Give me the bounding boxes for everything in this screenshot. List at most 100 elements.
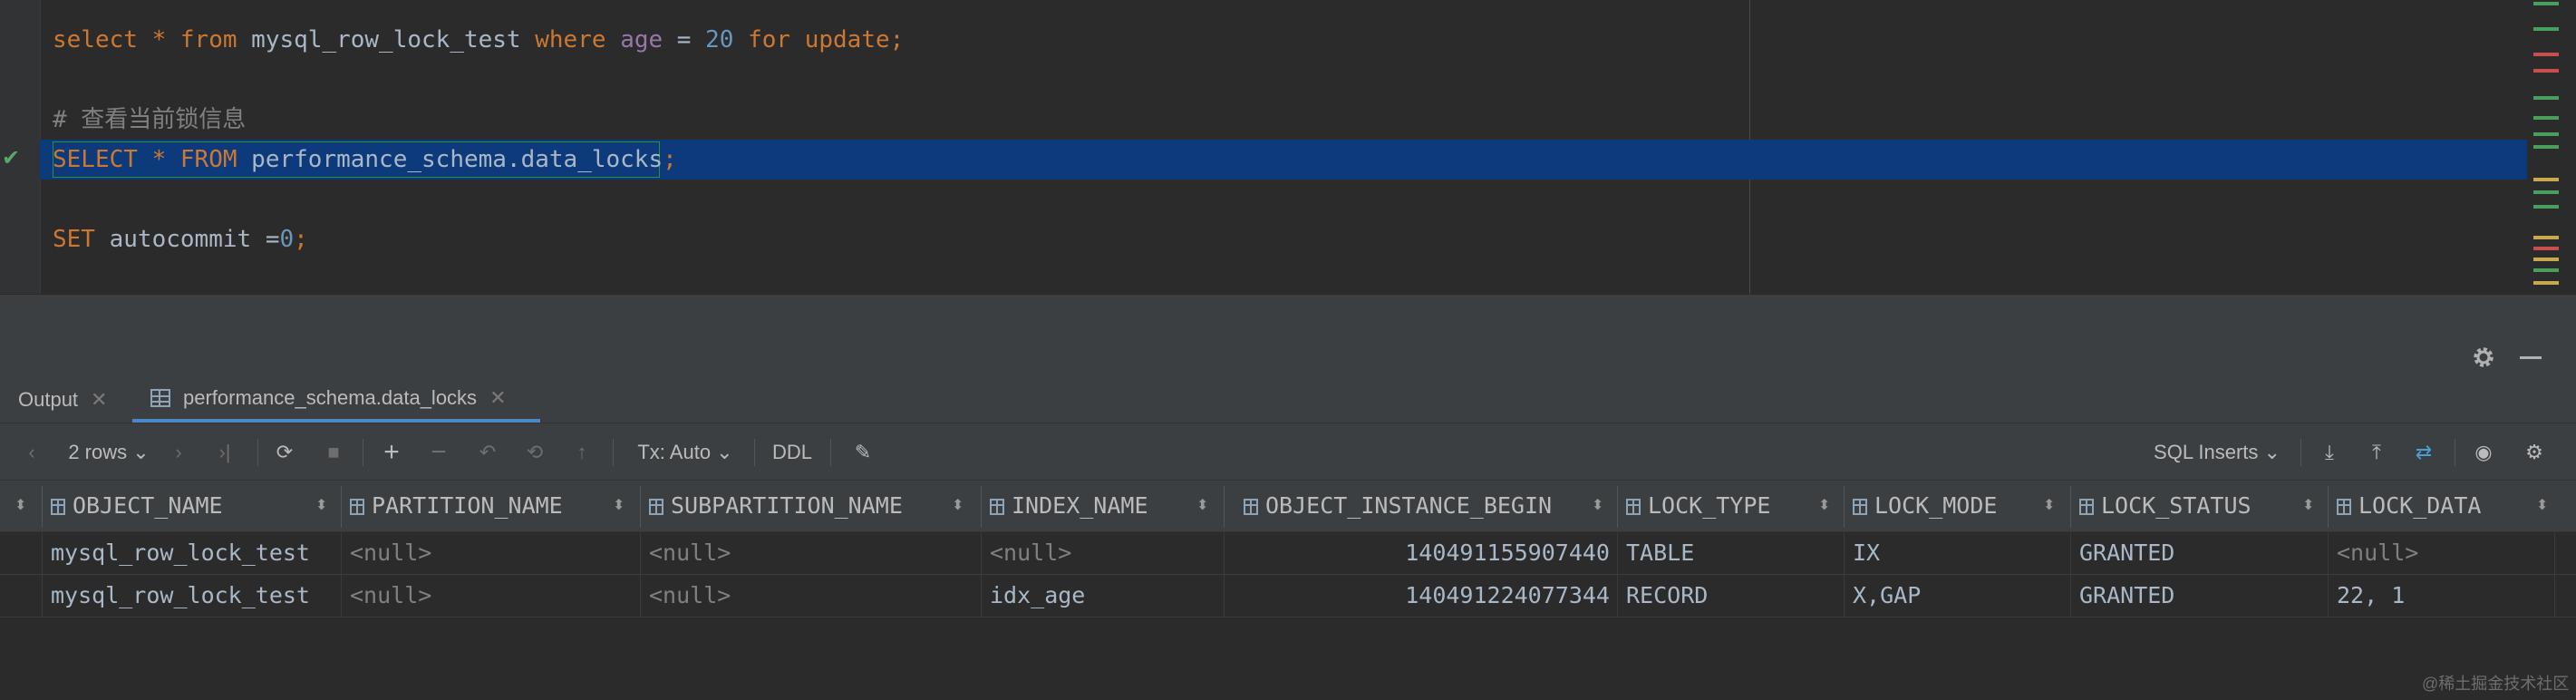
grid-cell[interactable]: <null> [350, 532, 431, 574]
tab-output[interactable]: Output ✕ [0, 377, 127, 423]
stripe-marker[interactable] [2533, 69, 2559, 73]
column-divider[interactable] [2070, 486, 2071, 528]
sort-icon[interactable]: ⬍ [315, 481, 327, 531]
grid-cell[interactable]: <null> [2337, 532, 2418, 574]
stripe-marker[interactable] [2533, 2, 2559, 5]
column-header-object-instance-begin[interactable]: OBJECT_INSTANCE_BEGIN [1244, 481, 1552, 531]
export-icon[interactable]: ⤓ [2313, 437, 2346, 468]
column-header-lock-mode[interactable]: LOCK_MODE [1853, 481, 1997, 531]
stripe-marker[interactable] [2533, 132, 2559, 136]
stripe-marker[interactable] [2533, 236, 2559, 239]
stripe-marker[interactable] [2533, 116, 2559, 120]
column-divider[interactable] [981, 486, 982, 528]
settings-gear-icon[interactable]: ⚙ [2518, 437, 2551, 468]
pin-icon[interactable]: ✎ [847, 437, 879, 468]
column-divider[interactable] [640, 486, 641, 528]
column-header-lock-data[interactable]: LOCK_DATA [2337, 481, 2481, 531]
grid-cell[interactable]: <null> [649, 575, 731, 617]
stripe-marker[interactable] [2533, 145, 2559, 149]
refresh-icon[interactable]: ⟳ [268, 437, 301, 468]
sort-icon[interactable]: ⬍ [1818, 481, 1830, 531]
close-icon[interactable]: ✕ [91, 388, 107, 412]
stripe-marker[interactable] [2533, 258, 2559, 261]
last-page-icon[interactable]: ›| [207, 437, 243, 468]
separator [257, 439, 258, 466]
minimize-icon[interactable] [2520, 356, 2542, 359]
column-divider[interactable] [341, 486, 342, 528]
column-divider[interactable] [2328, 486, 2329, 528]
grid-cell[interactable]: GRANTED [2079, 532, 2174, 574]
close-icon[interactable]: ✕ [489, 386, 506, 410]
grid-cell[interactable]: <null> [350, 575, 431, 617]
gear-icon[interactable] [2471, 345, 2496, 370]
next-page-icon[interactable]: › [165, 437, 192, 468]
sort-icon[interactable]: ⬍ [613, 481, 625, 531]
grid-cell[interactable]: X,GAP [1853, 575, 1921, 617]
tab-data-locks[interactable]: performance_schema.data_locks ✕ [132, 377, 540, 423]
column-divider[interactable] [1844, 486, 1845, 528]
grid-cell[interactable]: 140491155907440 [1233, 532, 1610, 574]
stripe-marker[interactable] [2533, 190, 2559, 194]
submit-icon[interactable]: ↑ [566, 437, 598, 468]
sort-icon[interactable]: ⬍ [952, 481, 964, 531]
stripe-marker[interactable] [2533, 281, 2559, 285]
stripe-marker[interactable] [2533, 247, 2559, 250]
grid-cell[interactable]: <null> [649, 532, 731, 574]
sort-icon[interactable]: ⬍ [2302, 481, 2314, 531]
grid-cell[interactable]: RECORD [1626, 575, 1708, 617]
semicolon: ; [663, 146, 677, 173]
compare-icon[interactable]: ⇄ [2407, 437, 2440, 468]
column-header-partition-name[interactable]: PARTITION_NAME [350, 481, 563, 531]
stripe-marker[interactable] [2533, 205, 2559, 209]
grid-cell[interactable]: TABLE [1626, 532, 1694, 574]
grid-cell[interactable]: 22, 1 [2337, 575, 2405, 617]
column-divider[interactable] [42, 486, 43, 528]
grid-cell[interactable]: IX [1853, 532, 1880, 574]
grid-cell[interactable]: idx_age [990, 575, 1085, 617]
tab-label: Output [18, 388, 79, 411]
panel-splitter[interactable] [0, 294, 2576, 336]
row-count-selector[interactable]: 2 rows ⌄ [63, 437, 154, 468]
keyword: select [53, 26, 138, 53]
ddl-button[interactable]: DDL [769, 437, 816, 468]
code-line-3[interactable]: SELECT * FROM performance_schema.data_lo… [53, 140, 677, 180]
row-number-sort-icon[interactable]: ⬍ [15, 481, 26, 531]
code-line-2[interactable]: # 查看当前锁信息 [53, 100, 246, 140]
column-header-subpartition-name[interactable]: SUBPARTITION_NAME [649, 481, 903, 531]
column-divider[interactable] [1617, 486, 1618, 528]
column-header-index-name[interactable]: INDEX_NAME [990, 481, 1148, 531]
stripe-marker[interactable] [2533, 96, 2559, 100]
sort-icon[interactable]: ⬍ [1196, 481, 1208, 531]
stop-icon[interactable]: ■ [317, 437, 350, 468]
sort-icon[interactable]: ⬍ [2536, 481, 2548, 531]
stripe-marker[interactable] [2533, 178, 2559, 181]
import-icon[interactable]: ⤒ [2360, 437, 2393, 468]
sort-icon[interactable]: ⬍ [2043, 481, 2055, 531]
first-page-icon[interactable]: ‹ [18, 437, 45, 468]
grid-cell[interactable]: GRANTED [2079, 575, 2174, 617]
column-header-lock-status[interactable]: LOCK_STATUS [2079, 481, 2252, 531]
revert-selected-icon[interactable]: ⟲ [518, 437, 551, 468]
grid-cell[interactable]: <null> [990, 532, 1071, 574]
grid-cell[interactable]: 140491224077344 [1233, 575, 1610, 617]
code-line-4[interactable]: SET autocommit =0; [53, 219, 308, 259]
column-header-lock-type[interactable]: LOCK_TYPE [1626, 481, 1770, 531]
grid-cell[interactable]: mysql_row_lock_test [51, 575, 310, 617]
stripe-marker[interactable] [2533, 53, 2559, 56]
column-divider[interactable] [1224, 486, 1225, 528]
column-header-object-name[interactable]: OBJECT_NAME [51, 481, 223, 531]
code-line-1[interactable]: select * from mysql_row_lock_test where … [53, 20, 904, 60]
revert-icon[interactable]: ↶ [471, 437, 504, 468]
extractor-selector[interactable]: SQL Inserts ⌄ [2145, 437, 2290, 468]
grid-cell[interactable]: mysql_row_lock_test [51, 532, 310, 574]
stripe-marker[interactable] [2533, 268, 2559, 272]
delete-row-icon[interactable]: − [422, 437, 455, 468]
add-row-icon[interactable]: + [375, 437, 408, 468]
view-eye-icon[interactable]: ◉ [2465, 437, 2502, 468]
sort-icon[interactable]: ⬍ [1592, 481, 1603, 531]
grid-line [2554, 532, 2555, 617]
number-literal: 20 [705, 26, 734, 53]
transaction-mode-selector[interactable]: Tx: Auto ⌄ [631, 437, 740, 468]
stripe-marker[interactable] [2533, 27, 2559, 31]
